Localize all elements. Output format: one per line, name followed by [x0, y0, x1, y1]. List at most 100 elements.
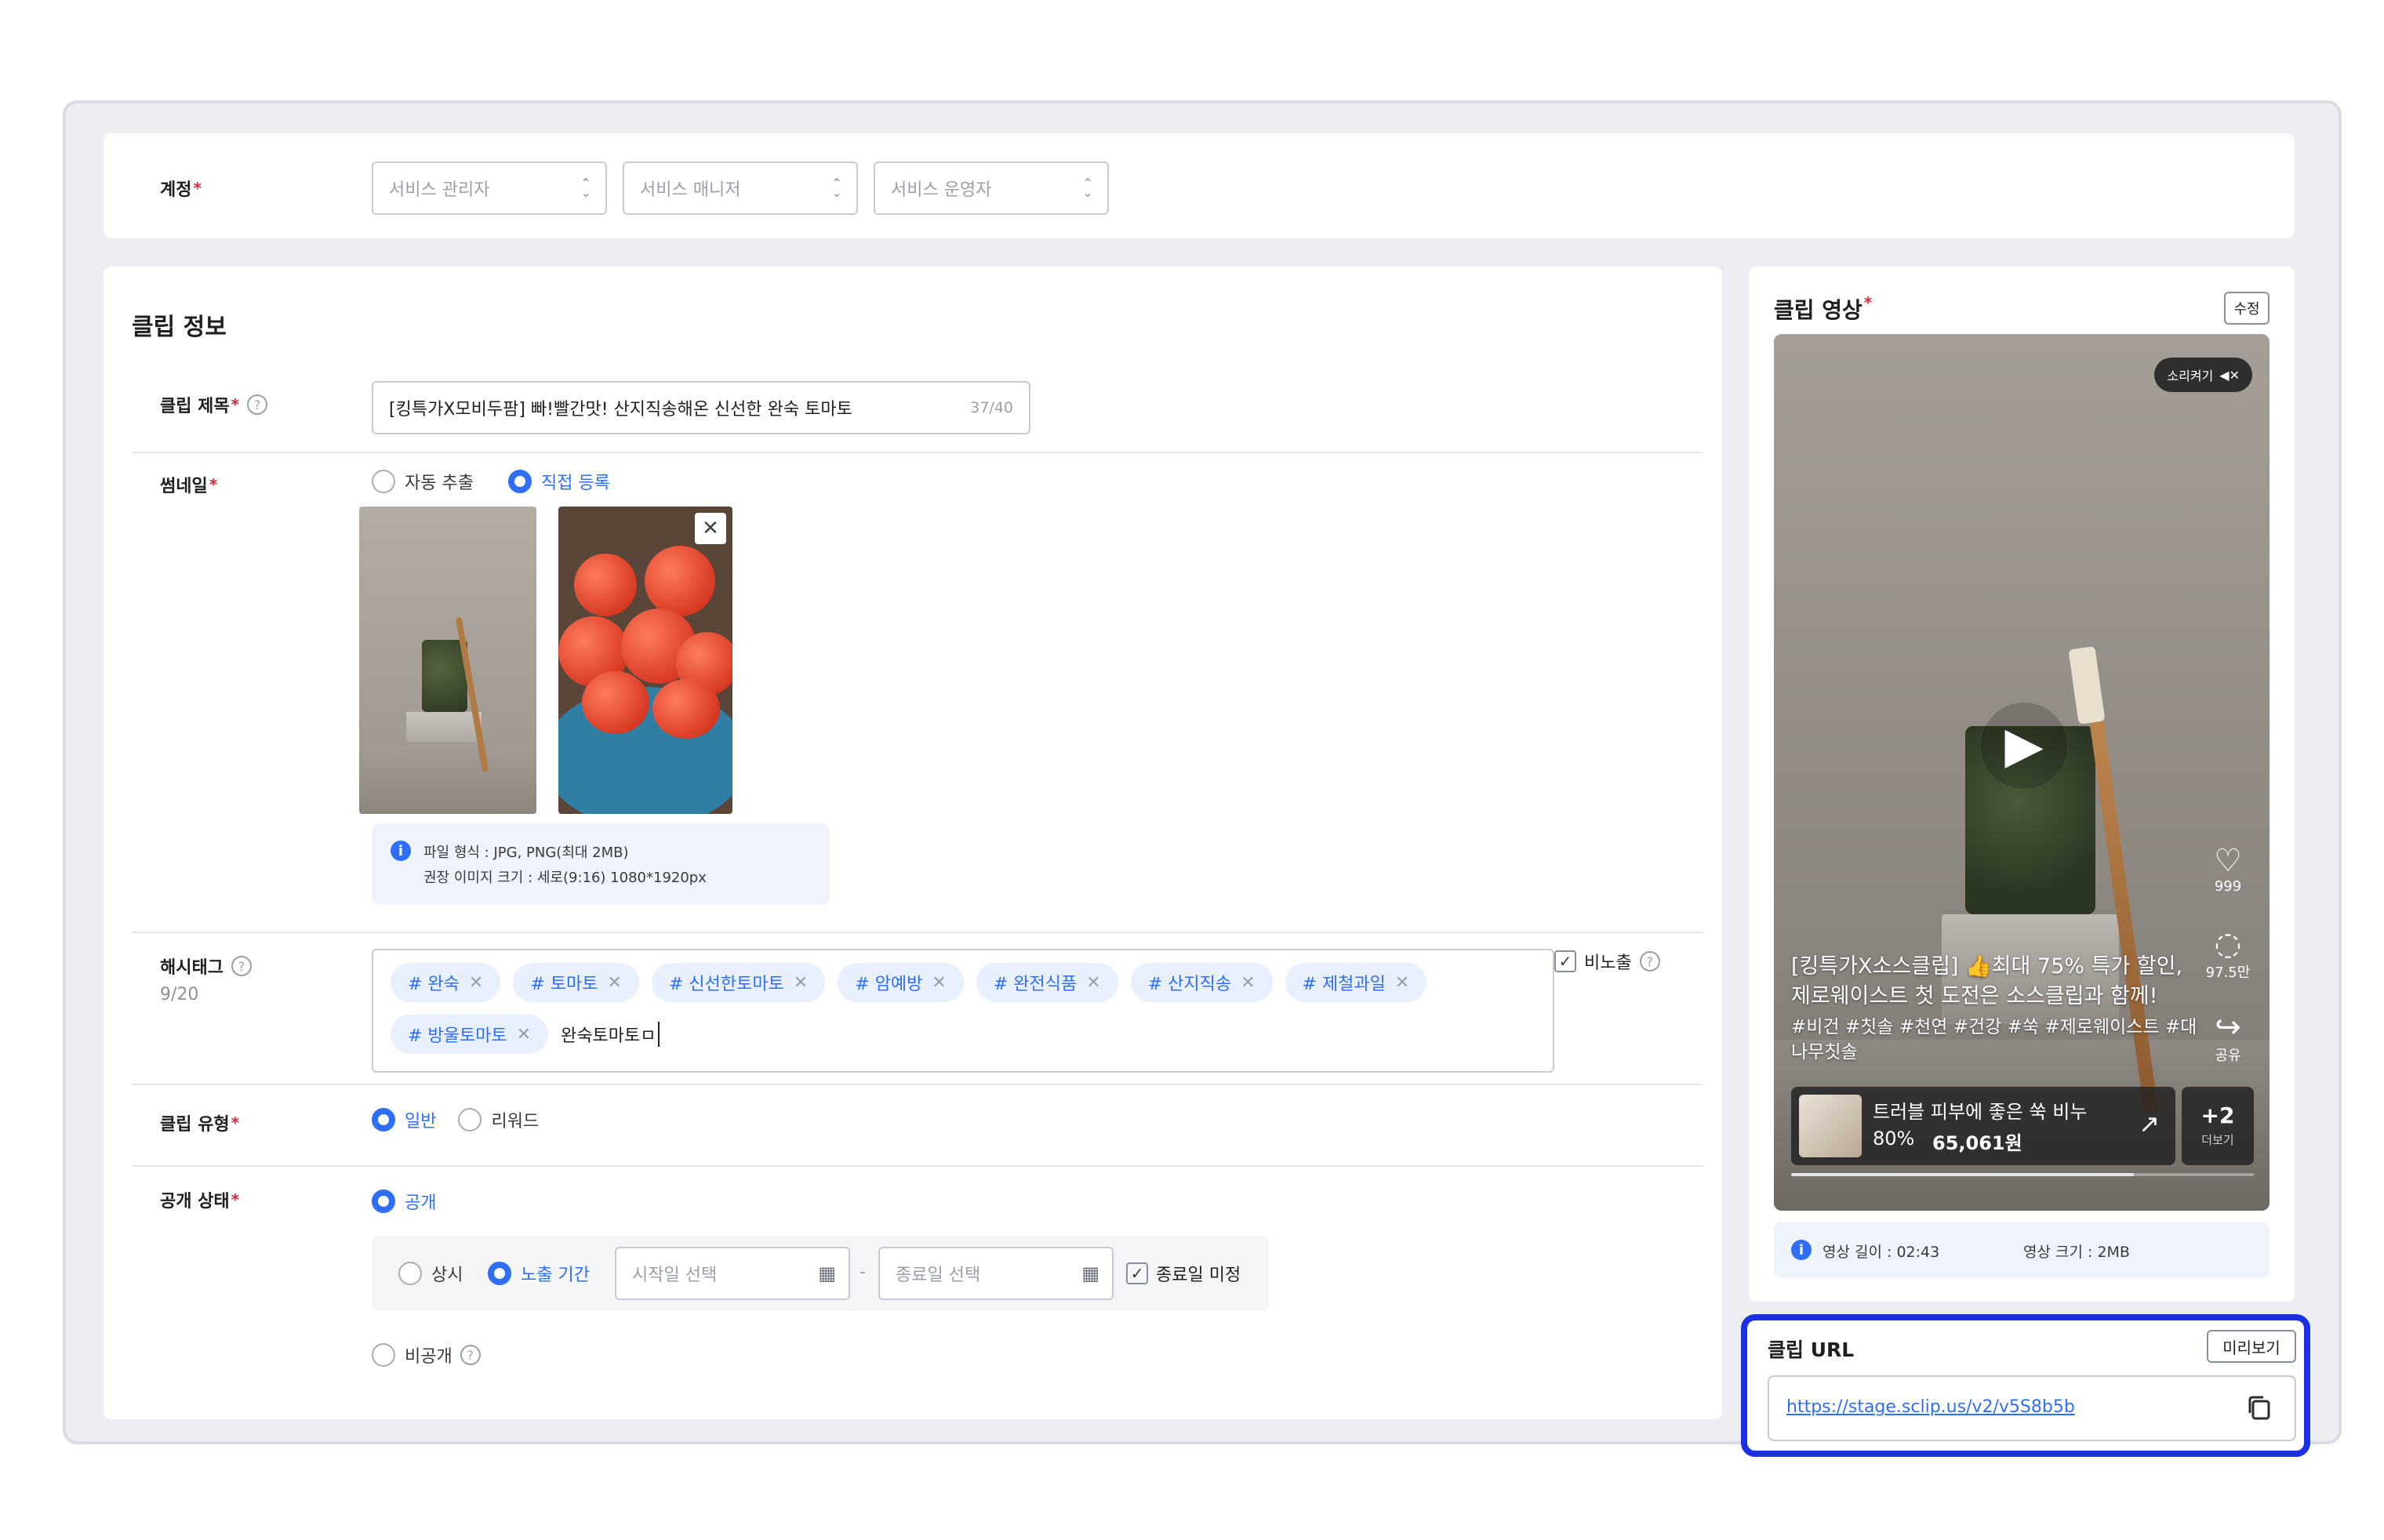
checkbox-label: 비노출 [1584, 953, 1632, 973]
thumbnail-label: 썸네일 * [160, 472, 217, 497]
row-divider [132, 1165, 1703, 1167]
info-icon: i [1791, 1240, 1812, 1260]
remove-tag-close-icon[interactable]: ✕ [1086, 973, 1100, 993]
help-icon[interactable]: ? [460, 1345, 481, 1365]
radio-circle [398, 1262, 422, 1285]
copy-icon[interactable] [2244, 1393, 2276, 1424]
remove-tag-close-icon[interactable]: ✕ [932, 973, 946, 993]
chip-label: # 암예방 [855, 975, 923, 994]
radio-circle [372, 1190, 395, 1213]
help-icon[interactable]: ? [247, 394, 268, 415]
hashtag-label: 해시태그 ? [160, 953, 252, 979]
heart-icon: ♡ [2214, 843, 2242, 879]
clip-info-heading: 클립 정보 [132, 314, 227, 341]
radio-private[interactable]: 비공개 [372, 1342, 452, 1367]
start-date-input[interactable]: 시작일 선택 ▦ [615, 1247, 850, 1300]
hashtag-input[interactable]: # 완숙 ✕ # 토마토 ✕ # 신선한토마토 ✕ # 암예방 ✕ # 완전식품 ✕ # … [372, 949, 1554, 1073]
clip-url-link[interactable]: https://stage.sclip.us/v2/v5S8b5b [1786, 1397, 2075, 1417]
radio-reward[interactable]: 리워드 [458, 1107, 539, 1132]
checkbox-no-end-date[interactable]: ✓ 종료일 미정 [1126, 1261, 1241, 1286]
share-stat[interactable]: ↪ 공유 [2200, 1010, 2255, 1065]
preview-button[interactable]: 미리보기 [2207, 1330, 2296, 1363]
remove-tag-close-icon[interactable]: ✕ [608, 973, 622, 993]
radio-public[interactable]: 공개 [372, 1189, 436, 1214]
share-label: 공유 [2215, 1048, 2241, 1064]
label-text: 클립 제목 [160, 397, 230, 416]
hashtag-chip: # 제철과일 ✕ [1285, 963, 1427, 1002]
radio-label: 노출 기간 [521, 1266, 590, 1285]
visibility-label: 공개 상태 * [160, 1187, 239, 1212]
end-date-input[interactable]: 종료일 선택 ▦ [878, 1247, 1114, 1300]
calendar-icon: ▦ [818, 1262, 836, 1284]
radio-always[interactable]: 상시 [398, 1261, 463, 1286]
more-label: 더보기 [2201, 1133, 2234, 1147]
clip-type-options: 일반 리워드 [372, 1107, 539, 1132]
thumbnail-auto-image[interactable] [359, 507, 536, 814]
more-products-button[interactable]: +2 더보기 [2182, 1087, 2254, 1165]
product-discount: 80% [1873, 1128, 1915, 1150]
clip-title-label: 클립 제목 * ? [160, 392, 268, 417]
row-divider [132, 1084, 1703, 1085]
remove-tag-close-icon[interactable]: ✕ [469, 973, 483, 993]
hashtag-hide-option: ✓ 비노출 ? [1554, 949, 1660, 974]
visibility-public-option: 공개 [372, 1189, 436, 1216]
radio-label: 상시 [431, 1266, 463, 1285]
row-divider [132, 452, 1703, 453]
radio-exposure-period[interactable]: 노출 기간 [488, 1261, 590, 1286]
thumbnail-info-box: i 파일 형식 : JPG, PNG(최대 2MB) 권장 이미지 크기 : 세… [372, 823, 830, 905]
check-icon: ✓ [1126, 1262, 1148, 1284]
help-icon[interactable]: ? [231, 956, 252, 976]
remove-tag-close-icon[interactable]: ✕ [517, 1025, 531, 1044]
comment-stat[interactable]: ◌ 97.5만 [2200, 927, 2255, 982]
checkbox-hide-hashtag[interactable]: ✓ 비노출 [1554, 949, 1632, 974]
clip-title-input[interactable]: [킹특가X모비두팜] 빠!빨간맛! 산지직송해온 신선한 완숙 토마토 37/4… [372, 381, 1030, 434]
radio-circle [372, 1343, 395, 1367]
thumbnail-manual-image[interactable]: ✕ [558, 507, 732, 814]
video-player[interactable]: ▶ 소리켜기 ◀✕ ♡ 999 ◌ 97.5만 ↪ 공유 [킹특가X소스클립] … [1774, 334, 2270, 1211]
select-service-operator[interactable]: 서비스 운영자 ⌃ ⌄ [874, 162, 1109, 215]
row-divider [132, 932, 1703, 933]
speaker-mute-icon: ◀✕ [2219, 367, 2240, 383]
select-service-admin[interactable]: 서비스 관리자 ⌃ ⌄ [372, 162, 607, 215]
char-counter: 37/40 [970, 399, 1013, 416]
placeholder: 종료일 선택 [896, 1266, 981, 1285]
remove-tag-close-icon[interactable]: ✕ [1241, 973, 1255, 993]
remove-tag-close-icon[interactable]: ✕ [1395, 973, 1409, 993]
hashtag-chip: # 암예방 ✕ [838, 963, 964, 1002]
required-mark: * [231, 395, 240, 414]
hashtag-chip: # 방울토마토 ✕ [391, 1015, 549, 1054]
account-label: 계정 * [160, 176, 202, 201]
select-service-manager[interactable]: 서비스 매니저 ⌃ ⌄ [623, 162, 858, 215]
video-progress-bar[interactable] [1791, 1173, 2254, 1176]
arrow-up-right-icon: ↗ [2139, 1109, 2160, 1139]
chip-label: # 산지직송 [1147, 975, 1232, 994]
product-price: 65,061원 [1932, 1132, 2022, 1154]
chevron-updown-icon: ⌃ ⌄ [1082, 176, 1093, 200]
account-label-text: 계정 [160, 180, 192, 200]
radio-label: 리워드 [491, 1112, 540, 1131]
like-stat[interactable]: ♡ 999 [2200, 844, 2255, 895]
edit-button[interactable]: 수정 [2224, 292, 2270, 325]
hashtag-chip: # 완숙 ✕ [391, 963, 501, 1002]
comment-icon: ◌ [2214, 926, 2242, 962]
comment-count: 97.5만 [2205, 964, 2251, 981]
chip-label: # 토마토 [530, 975, 598, 994]
clip-video-heading: 클립 영상 * [1774, 293, 1872, 325]
label-text: 클립 유형 [160, 1115, 230, 1135]
chip-label: # 완숙 [408, 975, 460, 994]
product-card[interactable]: 트러블 피부에 좋은 쑥 비누 80% 65,061원 ↗ [1791, 1087, 2175, 1165]
select-value: 서비스 운영자 [891, 180, 992, 200]
required-mark: * [209, 475, 218, 494]
chevron-updown-icon: ⌃ ⌄ [580, 176, 591, 200]
remove-tag-close-icon[interactable]: ✕ [794, 973, 808, 993]
help-icon[interactable]: ? [1639, 951, 1660, 972]
unmute-button[interactable]: 소리켜기 ◀✕ [2154, 358, 2252, 392]
radio-manual-upload[interactable]: 직접 등록 [507, 469, 610, 494]
radio-normal[interactable]: 일반 [372, 1107, 436, 1132]
hashtag-chip: # 완전식품 ✕ [976, 963, 1118, 1002]
play-icon[interactable]: ▶ [1981, 703, 2067, 789]
radio-auto-extract[interactable]: 자동 추출 [372, 469, 474, 494]
mute-label: 소리켜기 [2167, 369, 2214, 383]
remove-thumbnail-close-icon[interactable]: ✕ [695, 513, 726, 544]
radio-label: 공개 [405, 1193, 437, 1213]
